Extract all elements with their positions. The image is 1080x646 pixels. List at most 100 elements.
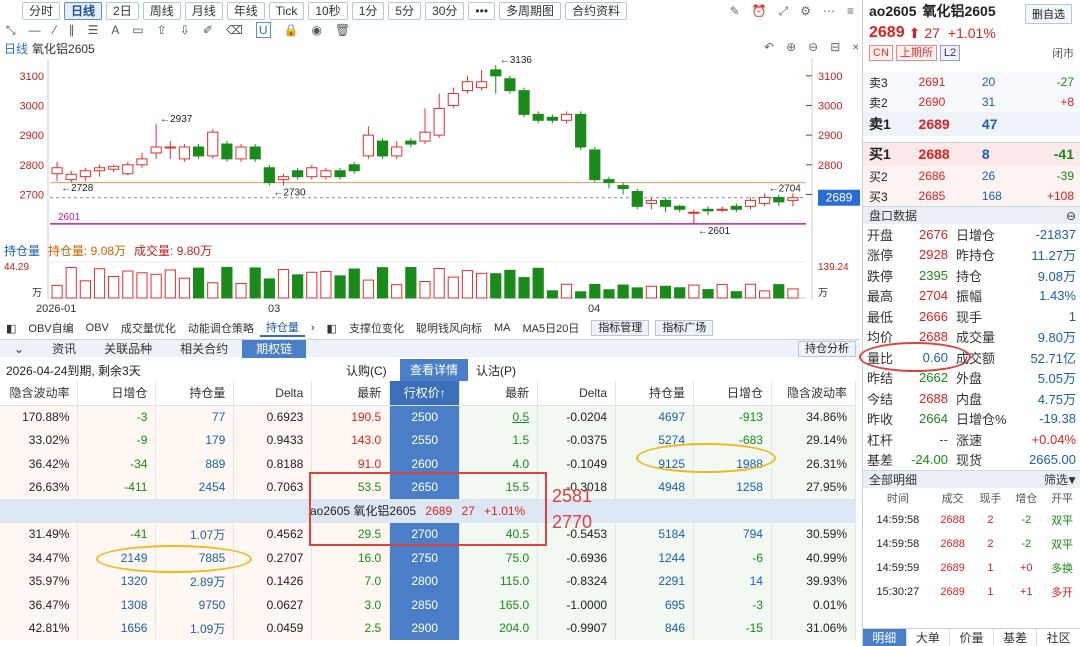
stats-row: 今结 2688 内盘 4.75万	[863, 388, 1080, 409]
column-header[interactable]: Delta	[233, 381, 313, 406]
tick-col: 时间	[886, 493, 909, 505]
candle-body	[688, 211, 700, 214]
table-cell: 794	[693, 522, 772, 546]
detail-tab[interactable]: 价量	[950, 629, 994, 646]
bottom-tab[interactable]: 资讯	[38, 340, 90, 358]
column-header[interactable]: 行权价↑	[389, 381, 461, 406]
detail-button[interactable]: 查看详情	[400, 359, 469, 381]
indicator-tab[interactable]: MA5日20日	[516, 320, 585, 336]
indicator-tab[interactable]: 持仓量	[259, 319, 305, 337]
bottom-tab[interactable]: 相关合约	[166, 340, 242, 358]
stats-cell: 外盘	[955, 371, 982, 387]
table-cell: 42.81%	[0, 616, 79, 640]
orderbook-row[interactable]: 卖3 2691 20 -27	[863, 72, 1080, 92]
indicator-plaza-button[interactable]: 指标广场	[655, 320, 714, 336]
indicator-tab[interactable]: 成交量优化	[115, 320, 182, 336]
indicator-tab[interactable]: 支撑位变化	[343, 320, 410, 336]
indicator-tab[interactable]: OBV	[80, 322, 115, 334]
vol-bar	[320, 270, 332, 299]
table-row[interactable]: 170.88% -3 77 0.6923 190.5 2500 0.5 -0.0204 4697…	[0, 405, 857, 429]
detail-tab[interactable]: 基差	[994, 629, 1038, 646]
tick-row: 15:30:27 2689 1 +1 多开	[863, 580, 1080, 604]
y-tick-left: 2700	[20, 189, 44, 201]
vol-bar	[645, 285, 658, 299]
collapse-tabs-icon[interactable]: ⌄	[0, 340, 38, 358]
table-cell: 36.47%	[0, 593, 79, 617]
stats-row: 杠杆 -- 涨速 +0.04%	[863, 429, 1080, 450]
table-row[interactable]: 42.81% 1656 1.09万 0.0459 2.5 2900 204.0 -0.9907…	[0, 616, 857, 640]
candle-body	[221, 143, 233, 160]
column-header[interactable]: 持仓量	[615, 381, 695, 406]
table-cell: 0.9433	[233, 428, 313, 452]
filter-button[interactable]: 筛选	[1044, 471, 1068, 489]
vol-bar	[504, 269, 516, 299]
table-cell: -0.8324	[537, 569, 617, 593]
table-row[interactable]: 36.47% 1308 9750 0.0627 3.0 2850 165.0 -1.0000 6…	[0, 593, 857, 617]
candle-body	[306, 167, 318, 178]
table-row[interactable]: 35.97% 1320 2.89万 0.1426 7.0 2800 115.0 -0.8324…	[0, 569, 857, 593]
tick-cell: +0	[1019, 562, 1033, 574]
collapse-ind2-icon[interactable]: ◧	[321, 322, 343, 335]
tag-cn: CN	[869, 45, 893, 61]
column-header[interactable]: 最新	[311, 381, 391, 406]
price-annotation: ←2728	[61, 183, 94, 194]
table-cell: -34	[77, 452, 157, 476]
vol-bar	[93, 268, 106, 299]
vol-bar	[659, 285, 672, 299]
table-cell: 9750	[155, 593, 235, 617]
price-annotation: ←3136	[500, 55, 533, 66]
remove-watch-button[interactable]: 删自选	[1025, 4, 1072, 24]
stats-row: 基差 -24.00 现货 2665.00	[863, 450, 1080, 471]
indicator-tab[interactable]: 聪明钱风向标	[410, 320, 488, 336]
table-cell: 0.0459	[233, 616, 313, 640]
column-header[interactable]: 持仓量	[155, 381, 235, 406]
column-header[interactable]: 日增仓	[693, 381, 772, 406]
orderbook-row[interactable]: 卖2 2690 31 +8	[863, 92, 1080, 112]
column-header[interactable]: 隐含波动率	[771, 381, 857, 406]
orderbook-row[interactable]: 买1 2688 8 -41	[863, 142, 1080, 166]
indicator-tab[interactable]: OBV自编	[22, 320, 79, 336]
vol-bar	[575, 291, 587, 299]
indicator-manage-button[interactable]: 指标管理	[591, 320, 650, 336]
tick-header: 时间 成交 现手 增仓 开平	[863, 488, 1080, 508]
vol-bar	[603, 289, 615, 299]
table-cell: -15	[693, 616, 772, 640]
bottom-tab[interactable]: 期权链	[242, 339, 307, 358]
vol-bar	[376, 267, 389, 299]
stats-cell: 现手	[955, 309, 982, 325]
indicator-tab[interactable]: MA	[488, 322, 517, 334]
column-header[interactable]: 隐含波动率	[0, 381, 79, 406]
table-cell: 2900	[389, 616, 461, 640]
orderbook-row[interactable]: 卖1 2689 47	[863, 112, 1080, 136]
vol-bar	[674, 287, 686, 299]
detail-tab[interactable]: 大单	[907, 629, 951, 646]
tick-col: 现手	[979, 493, 1002, 505]
detail-tab[interactable]: 明细	[863, 629, 907, 646]
stats-cell: 今结	[867, 391, 894, 407]
tag-exchange: 上期所	[895, 45, 937, 61]
stats-cell: -21837	[1035, 226, 1076, 242]
orderbook-row[interactable]: 买2 2686 26 -39	[863, 166, 1080, 186]
table-cell: 2454	[155, 475, 235, 499]
detail-tab[interactable]: 社区	[1037, 629, 1080, 646]
column-header[interactable]: 日增仓	[77, 381, 157, 406]
stats-cell: 52.71亿	[1030, 350, 1076, 366]
position-analysis-button[interactable]: 持仓分析	[798, 340, 856, 357]
table-cell: 190.5	[311, 405, 391, 429]
collapse-ind-icon[interactable]: ◧	[0, 322, 22, 335]
bottom-tab[interactable]: 关联品种	[90, 340, 166, 358]
column-header[interactable]: Delta	[537, 381, 617, 406]
vol-left-unit: 万	[32, 288, 42, 299]
orderbook-row[interactable]: 买3 2685 168 +108	[863, 186, 1080, 206]
table-cell: 26.31%	[771, 452, 857, 476]
quote-pct: +1.01%	[947, 25, 996, 41]
kline-chart[interactable]: 3100310030003000290029002800280027002700…	[0, 0, 862, 320]
indicator-tab[interactable]: 动能调仓策略	[182, 320, 260, 336]
vol-bar	[617, 284, 629, 299]
collapse-sec1-icon[interactable]: ⊖	[1066, 207, 1076, 225]
price-row: 2689 ⬆ 27 +1.01%	[863, 22, 1080, 44]
column-header[interactable]: 最新	[459, 381, 539, 406]
next-ind-icon[interactable]: ›	[305, 322, 321, 334]
candle-body	[362, 134, 374, 157]
table-cell: 35.97%	[0, 569, 79, 593]
